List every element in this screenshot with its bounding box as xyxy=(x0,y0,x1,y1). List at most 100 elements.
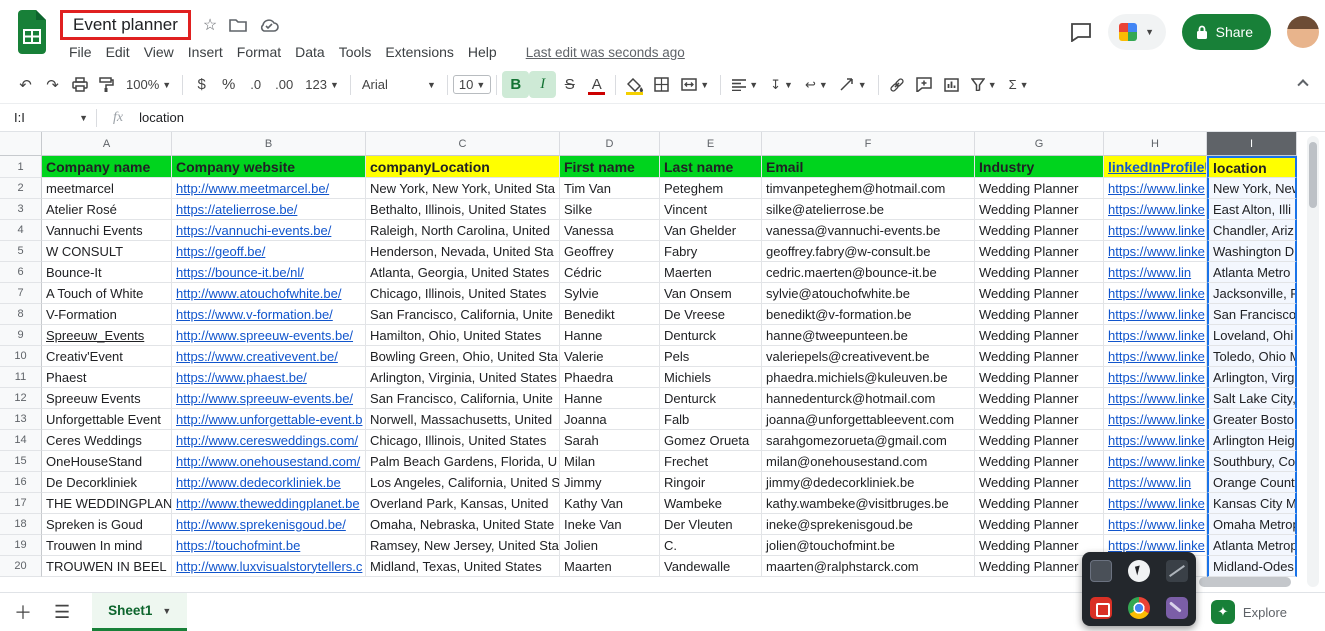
cell-D5[interactable]: Geoffrey xyxy=(560,241,660,262)
row-number-11[interactable]: 11 xyxy=(0,367,42,388)
cell-C1[interactable]: companyLocation xyxy=(366,156,560,178)
row-number-17[interactable]: 17 xyxy=(0,493,42,514)
cell-F14[interactable]: sarahgomezorueta@gmail.com xyxy=(762,430,975,451)
chrome-icon[interactable] xyxy=(1128,597,1150,619)
cell-C18[interactable]: Omaha, Nebraska, United State xyxy=(366,514,560,535)
row-number-8[interactable]: 8 xyxy=(0,304,42,325)
cell-B14[interactable]: http://www.ceresweddings.com/ xyxy=(172,430,366,451)
cell-G10[interactable]: Wedding Planner xyxy=(975,346,1104,367)
row-number-9[interactable]: 9 xyxy=(0,325,42,346)
cell-A1[interactable]: Company name xyxy=(42,156,172,178)
cell-I14[interactable]: Arlington Heig xyxy=(1207,430,1297,451)
column-header-G[interactable]: G xyxy=(975,132,1104,156)
cursor-icon[interactable] xyxy=(1128,560,1150,582)
row-number-12[interactable]: 12 xyxy=(0,388,42,409)
cell-H6[interactable]: https://www.lin xyxy=(1104,262,1207,283)
row-number-13[interactable]: 13 xyxy=(0,409,42,430)
font-select[interactable]: Arial▼ xyxy=(356,71,442,98)
column-header-F[interactable]: F xyxy=(762,132,975,156)
sheets-logo-icon[interactable] xyxy=(16,10,48,54)
cell-G3[interactable]: Wedding Planner xyxy=(975,199,1104,220)
cell-I5[interactable]: Washington D xyxy=(1207,241,1297,262)
cell-F2[interactable]: timvanpeteghem@hotmail.com xyxy=(762,178,975,199)
cell-A10[interactable]: Creativ'Event xyxy=(42,346,172,367)
menu-help[interactable]: Help xyxy=(461,42,504,62)
cell-D10[interactable]: Valerie xyxy=(560,346,660,367)
cell-D17[interactable]: Kathy Van xyxy=(560,493,660,514)
star-icon[interactable]: ☆ xyxy=(203,15,217,35)
cell-E4[interactable]: Van Ghelder xyxy=(660,220,762,241)
cell-H9[interactable]: https://www.linke xyxy=(1104,325,1207,346)
cell-C17[interactable]: Overland Park, Kansas, United xyxy=(366,493,560,514)
row-number-16[interactable]: 16 xyxy=(0,472,42,493)
cell-C12[interactable]: San Francisco, California, Unite xyxy=(366,388,560,409)
cell-H8[interactable]: https://www.linke xyxy=(1104,304,1207,325)
cell-C20[interactable]: Midland, Texas, United States xyxy=(366,556,560,577)
cell-F7[interactable]: sylvie@atouchofwhite.be xyxy=(762,283,975,304)
cell-C3[interactable]: Bethalto, Illinois, United States xyxy=(366,199,560,220)
cell-C4[interactable]: Raleigh, North Carolina, United xyxy=(366,220,560,241)
cell-I10[interactable]: Toledo, Ohio M xyxy=(1207,346,1297,367)
cell-E20[interactable]: Vandewalle xyxy=(660,556,762,577)
cell-D14[interactable]: Sarah xyxy=(560,430,660,451)
sheet-menu-icon[interactable]: ▼ xyxy=(162,606,171,616)
cell-H16[interactable]: https://www.lin xyxy=(1104,472,1207,493)
cell-A20[interactable]: TROUWEN IN BEEL xyxy=(42,556,172,577)
cell-H7[interactable]: https://www.linke xyxy=(1104,283,1207,304)
horizontal-scrollbar-thumb[interactable] xyxy=(1199,577,1291,587)
cell-D12[interactable]: Hanne xyxy=(560,388,660,409)
insert-chart-icon[interactable] xyxy=(938,71,965,98)
cell-G11[interactable]: Wedding Planner xyxy=(975,367,1104,388)
cell-G9[interactable]: Wedding Planner xyxy=(975,325,1104,346)
font-size-select[interactable]: 10▼ xyxy=(453,75,491,94)
functions-button[interactable]: Σ▼ xyxy=(1003,71,1035,98)
text-color-button[interactable]: A xyxy=(583,71,610,98)
cell-B9[interactable]: http://www.spreeuw-events.be/ xyxy=(172,325,366,346)
cell-I2[interactable]: New York, New xyxy=(1207,178,1297,199)
cell-A11[interactable]: Phaest xyxy=(42,367,172,388)
cell-F11[interactable]: phaedra.michiels@kuleuven.be xyxy=(762,367,975,388)
insert-link-icon[interactable] xyxy=(884,71,911,98)
cell-I9[interactable]: Loveland, Ohi xyxy=(1207,325,1297,346)
window-icon[interactable] xyxy=(1090,560,1112,582)
cell-B10[interactable]: https://www.creativevent.be/ xyxy=(172,346,366,367)
cell-B5[interactable]: https://geoff.be/ xyxy=(172,241,366,262)
menu-file[interactable]: File xyxy=(62,42,99,62)
cell-G13[interactable]: Wedding Planner xyxy=(975,409,1104,430)
cell-B20[interactable]: http://www.luxvisualstorytellers.c xyxy=(172,556,366,577)
cell-B7[interactable]: http://www.atouchofwhite.be/ xyxy=(172,283,366,304)
sheet-tab[interactable]: Sheet1 ▼ xyxy=(92,593,187,631)
menu-tools[interactable]: Tools xyxy=(332,42,379,62)
cell-E8[interactable]: De Vreese xyxy=(660,304,762,325)
cell-A8[interactable]: V-Formation xyxy=(42,304,172,325)
cloud-saved-icon[interactable] xyxy=(259,18,279,32)
all-sheets-icon[interactable]: ☰ xyxy=(54,602,70,623)
cell-D18[interactable]: Ineke Van xyxy=(560,514,660,535)
cell-A9[interactable]: Spreeuw_Events xyxy=(42,325,172,346)
cell-E16[interactable]: Ringoir xyxy=(660,472,762,493)
row-number-20[interactable]: 20 xyxy=(0,556,42,577)
last-edit-link[interactable]: Last edit was seconds ago xyxy=(526,45,685,60)
cell-A5[interactable]: W CONSULT xyxy=(42,241,172,262)
cell-I18[interactable]: Omaha Metrop xyxy=(1207,514,1297,535)
strikethrough-button[interactable]: S xyxy=(556,71,583,98)
cell-H1[interactable]: linkedInProfileU xyxy=(1104,156,1207,178)
cell-E15[interactable]: Frechet xyxy=(660,451,762,472)
cell-A18[interactable]: Spreken is Goud xyxy=(42,514,172,535)
cell-B3[interactable]: https://atelierrose.be/ xyxy=(172,199,366,220)
cell-G4[interactable]: Wedding Planner xyxy=(975,220,1104,241)
comment-history-icon[interactable] xyxy=(1070,22,1092,42)
cell-G7[interactable]: Wedding Planner xyxy=(975,283,1104,304)
column-header-D[interactable]: D xyxy=(560,132,660,156)
cell-F4[interactable]: vanessa@vannuchi-events.be xyxy=(762,220,975,241)
cell-H5[interactable]: https://www.linke xyxy=(1104,241,1207,262)
zoom-select[interactable]: 100%▼ xyxy=(120,71,177,98)
cell-B12[interactable]: http://www.spreeuw-events.be/ xyxy=(172,388,366,409)
cell-H4[interactable]: https://www.linke xyxy=(1104,220,1207,241)
cell-B19[interactable]: https://touchofmint.be xyxy=(172,535,366,556)
cell-G12[interactable]: Wedding Planner xyxy=(975,388,1104,409)
cell-C5[interactable]: Henderson, Nevada, United Sta xyxy=(366,241,560,262)
cell-G17[interactable]: Wedding Planner xyxy=(975,493,1104,514)
row-number-18[interactable]: 18 xyxy=(0,514,42,535)
cell-I19[interactable]: Atlanta Metrop xyxy=(1207,535,1297,556)
